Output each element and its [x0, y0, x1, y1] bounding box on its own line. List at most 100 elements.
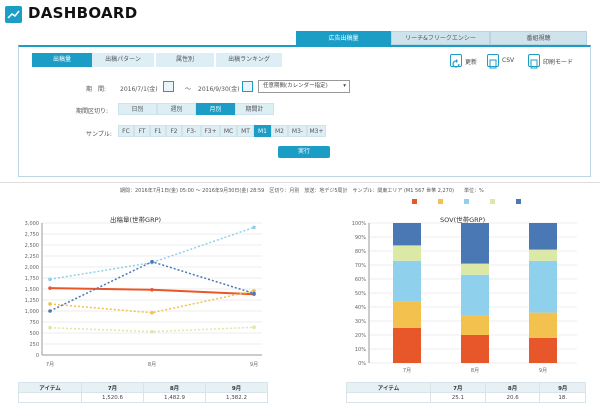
sample-button[interactable]: FT: [134, 125, 150, 137]
sample-button[interactable]: F3-: [182, 125, 201, 137]
series-line: [49, 226, 255, 281]
summary-text: 期間：2016年7月1日(金) 05:00 〜 2016年9月30日(金) 28…: [120, 188, 484, 194]
bar-segment: [529, 337, 557, 363]
unit-weekly-button[interactable]: 週別: [157, 103, 196, 115]
tab-ad-volume[interactable]: 広告出稿量: [296, 31, 391, 45]
data-point: [252, 325, 256, 330]
sample-button[interactable]: MC: [220, 125, 237, 137]
y-tick-label: 1,750: [25, 276, 39, 282]
y-tick-label: 500: [29, 331, 39, 337]
sample-button[interactable]: F3+: [201, 125, 220, 137]
calendar-to-icon[interactable]: [242, 81, 253, 92]
y-tick-label: 1,500: [25, 287, 39, 293]
bar-segment: [529, 223, 557, 250]
data-point: [48, 325, 52, 330]
print-label[interactable]: 印刷モード: [543, 57, 573, 66]
y-tick-label: 90%: [355, 235, 366, 241]
sample-button[interactable]: M1: [254, 125, 271, 137]
table-cell: 1,520.6: [81, 392, 145, 403]
table-cell: 1,482.9: [143, 392, 206, 403]
table-header-row: アイテム 7月 8月 9月: [17, 382, 269, 393]
bar-segment: [393, 245, 421, 261]
sample-button[interactable]: F1: [150, 125, 166, 137]
period-mode-select[interactable]: 任意期間(カレンダー指定) ▾: [258, 80, 350, 93]
y-tick-label: 10%: [355, 347, 366, 353]
subtab-pattern[interactable]: 出稿パターン: [92, 53, 154, 67]
sample-button[interactable]: F2: [166, 125, 182, 137]
bar-segment: [393, 301, 421, 328]
x-tick-label: 8月: [471, 368, 479, 374]
table-cell: [17, 392, 83, 403]
unit-monthly-button[interactable]: 月別: [196, 103, 235, 115]
bar-segment: [529, 260, 557, 313]
calendar-from-icon[interactable]: [163, 81, 174, 92]
sample-button[interactable]: M2: [271, 125, 288, 137]
legend-swatch: [438, 199, 443, 204]
data-point: [48, 286, 52, 290]
legend-swatch: [464, 199, 469, 204]
table-header: 8月: [484, 382, 541, 393]
bar-segment: [393, 223, 421, 246]
sample-button[interactable]: MT: [237, 125, 254, 137]
bar-segment: [393, 328, 421, 363]
period-separator: 〜: [185, 86, 192, 93]
series-line: [49, 260, 255, 312]
unit-total-button[interactable]: 期間計: [235, 103, 274, 115]
legend-swatch: [490, 199, 495, 204]
table-header: 7月: [429, 382, 486, 393]
unit-label: 期間区切り:: [76, 108, 109, 115]
data-point: [48, 309, 52, 313]
tab-reach-frequency[interactable]: リーチ&フリークエンシー: [391, 31, 490, 45]
data-point: [150, 287, 154, 292]
refresh-icon[interactable]: [450, 54, 462, 68]
bar-segment: [529, 249, 557, 261]
table-cell: 18.: [539, 392, 586, 403]
y-tick-label: 40%: [355, 305, 366, 311]
subtab-attribute[interactable]: 属性別: [156, 53, 214, 67]
divider: [0, 182, 600, 183]
unit-daily-button[interactable]: 日別: [118, 103, 157, 115]
bar-segment: [461, 335, 489, 363]
line-chart: 0 250 500 750 1,000 1,250 1,500 1,750 2,000 2,250…: [25, 221, 262, 368]
table-header: 9月: [204, 382, 269, 393]
data-point: [252, 225, 256, 230]
y-tick-label: 60%: [355, 277, 366, 283]
print-icon[interactable]: [528, 54, 540, 69]
y-tick-label: 50%: [355, 291, 366, 297]
table-cell: [346, 392, 431, 403]
subtab-volume[interactable]: 出稿量: [32, 53, 92, 67]
y-tick-label: 3,000: [25, 221, 39, 227]
x-tick-label: 8月: [148, 362, 156, 368]
sample-button[interactable]: M3+: [307, 125, 326, 137]
data-point: [48, 277, 52, 282]
table-header: アイテム: [346, 382, 431, 393]
legend-swatch: [412, 199, 417, 204]
update-label[interactable]: 更新: [465, 57, 477, 66]
table-header-row: アイテム 7月 8月 9月: [346, 382, 586, 393]
table-row: 1,520.6 1,482.9 1,382.2: [17, 392, 269, 403]
y-tick-label: 1,250: [25, 298, 39, 304]
sample-button[interactable]: M3-: [288, 125, 307, 137]
bar-segment: [461, 315, 489, 335]
x-tick-label: 7月: [403, 368, 411, 374]
y-tick-label: 0: [36, 353, 39, 359]
chevron-down-icon: ▾: [343, 83, 346, 89]
y-tick-label: 20%: [355, 333, 366, 339]
sample-button[interactable]: FC: [118, 125, 134, 137]
subtab-ranking[interactable]: 出稿ランキング: [216, 53, 282, 67]
y-tick-label: 0%: [358, 361, 366, 367]
table-header: 8月: [143, 382, 206, 393]
x-tick-label: 9月: [539, 368, 547, 374]
dashboard-logo-icon: [5, 6, 22, 23]
x-tick-label: 9月: [250, 362, 258, 368]
table-cell: 1,382.2: [204, 392, 269, 403]
csv-icon[interactable]: [487, 54, 499, 69]
csv-label[interactable]: CSV: [502, 57, 514, 64]
legend-swatch: [516, 199, 521, 204]
y-tick-label: 1,000: [25, 309, 39, 315]
table-header: アイテム: [17, 382, 83, 393]
table-header: 9月: [539, 382, 586, 393]
data-point: [48, 302, 52, 306]
run-button[interactable]: 実行: [278, 146, 330, 158]
tab-program-viewing[interactable]: 番組視聴: [490, 31, 587, 45]
